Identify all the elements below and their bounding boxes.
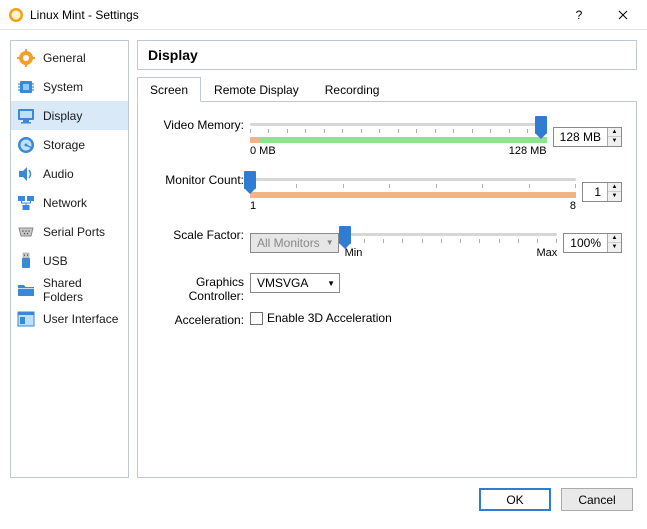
sidebar-item-general[interactable]: General [11, 43, 128, 72]
slider-labels: 0 MB 128 MB [250, 145, 547, 157]
spin-buttons[interactable]: ▲▼ [607, 183, 621, 201]
checkbox-3d-acceleration[interactable]: Enable 3D Acceleration [250, 311, 392, 325]
sidebar-item-shared-folders[interactable]: Shared Folders [11, 275, 128, 304]
slider-min-label: 0 MB [250, 145, 276, 157]
sidebar-label: General [43, 51, 86, 65]
spin-scale-factor[interactable]: 100% ▲▼ [563, 233, 622, 253]
sidebar-item-network[interactable]: Network [11, 188, 128, 217]
network-icon [17, 194, 35, 212]
app-icon [8, 7, 24, 23]
slider-ticks [345, 239, 558, 245]
window-icon [17, 310, 35, 328]
row-acceleration: Acceleration: Enable 3D Acceleration [146, 311, 622, 327]
slider-ticks [250, 184, 576, 190]
slider-scale-factor[interactable] [345, 226, 558, 229]
sidebar-label: Audio [43, 167, 74, 181]
spin-monitor-count[interactable]: 1 ▲▼ [582, 182, 622, 202]
slider-range-bar [250, 192, 576, 198]
chevron-down-icon: ▼ [326, 238, 334, 247]
sidebar: General System Display Storage Audio [10, 40, 129, 478]
titlebar: Linux Mint - Settings ? [0, 0, 647, 30]
slider-max-label: Max [537, 247, 558, 259]
spin-value: 128 MB [554, 128, 607, 146]
label-acceleration: Acceleration: [146, 311, 250, 327]
disk-icon [17, 136, 35, 154]
slider-monitor-count[interactable] [250, 171, 576, 174]
combo-value: All Monitors [257, 236, 320, 250]
slider-max-label: 8 [570, 200, 576, 212]
ok-button[interactable]: OK [479, 488, 551, 511]
tab-recording[interactable]: Recording [312, 77, 393, 102]
sidebar-label: Serial Ports [43, 225, 105, 239]
sidebar-item-storage[interactable]: Storage [11, 130, 128, 159]
row-monitor-count: Monitor Count: [146, 171, 622, 212]
slider-video-memory[interactable] [250, 116, 547, 119]
spin-buttons[interactable]: ▲▼ [607, 128, 621, 146]
sidebar-item-display[interactable]: Display [11, 101, 128, 130]
sidebar-label: Shared Folders [43, 276, 122, 304]
gear-icon [17, 49, 35, 67]
serial-port-icon [17, 223, 35, 241]
tab-screen[interactable]: Screen [137, 77, 201, 102]
spin-value: 100% [564, 234, 607, 252]
sidebar-item-usb[interactable]: USB [11, 246, 128, 275]
sidebar-label: Storage [43, 138, 85, 152]
tab-remote-display[interactable]: Remote Display [201, 77, 312, 102]
sidebar-label: System [43, 80, 83, 94]
chevron-down-icon: ▼ [327, 279, 335, 288]
cancel-button[interactable]: Cancel [561, 488, 633, 511]
spin-buttons[interactable]: ▲▼ [607, 234, 621, 252]
slider-labels: 1 8 [250, 200, 576, 212]
combo-graphics-controller[interactable]: VMSVGA ▼ [250, 273, 340, 293]
slider-labels: Min Max [345, 247, 558, 259]
dialog-buttons: OK Cancel [0, 478, 647, 521]
chip-icon [17, 78, 35, 96]
slider-min-label: 1 [250, 200, 256, 212]
content: General System Display Storage Audio [0, 30, 647, 478]
label-monitor-count: Monitor Count: [146, 171, 250, 187]
sidebar-item-user-interface[interactable]: User Interface [11, 304, 128, 333]
usb-icon [17, 252, 35, 270]
main-panel: Display Screen Remote Display Recording … [137, 40, 637, 478]
tab-content: Video Memory: [137, 101, 637, 478]
row-video-memory: Video Memory: [146, 116, 622, 157]
display-icon [17, 107, 35, 125]
label-video-memory: Video Memory: [146, 116, 250, 132]
folder-icon [17, 281, 35, 299]
sidebar-item-audio[interactable]: Audio [11, 159, 128, 188]
combo-scale-monitors[interactable]: All Monitors ▼ [250, 233, 339, 253]
help-button[interactable]: ? [557, 1, 601, 29]
slider-range-bar [250, 137, 547, 143]
slider-max-label: 128 MB [509, 145, 547, 157]
sidebar-item-serial[interactable]: Serial Ports [11, 217, 128, 246]
sidebar-label: Network [43, 196, 87, 210]
window-title: Linux Mint - Settings [30, 8, 557, 22]
checkbox-box [250, 312, 263, 325]
spin-value: 1 [583, 183, 607, 201]
spin-video-memory[interactable]: 128 MB ▲▼ [553, 127, 622, 147]
checkbox-label: Enable 3D Acceleration [267, 311, 392, 325]
row-graphics-controller: Graphics Controller: VMSVGA ▼ [146, 273, 622, 303]
combo-value: VMSVGA [257, 276, 308, 290]
label-scale-factor: Scale Factor: [146, 226, 250, 242]
sidebar-item-system[interactable]: System [11, 72, 128, 101]
tab-bar: Screen Remote Display Recording [137, 76, 637, 101]
sidebar-label: USB [43, 254, 68, 268]
slider-ticks [250, 129, 547, 135]
sidebar-label: Display [43, 109, 82, 123]
row-scale-factor: Scale Factor: All Monitors ▼ [146, 226, 622, 259]
page-title: Display [137, 40, 637, 70]
label-graphics-controller: Graphics Controller: [146, 273, 250, 303]
sidebar-label: User Interface [43, 312, 118, 326]
speaker-icon [17, 165, 35, 183]
close-button[interactable] [601, 1, 645, 29]
